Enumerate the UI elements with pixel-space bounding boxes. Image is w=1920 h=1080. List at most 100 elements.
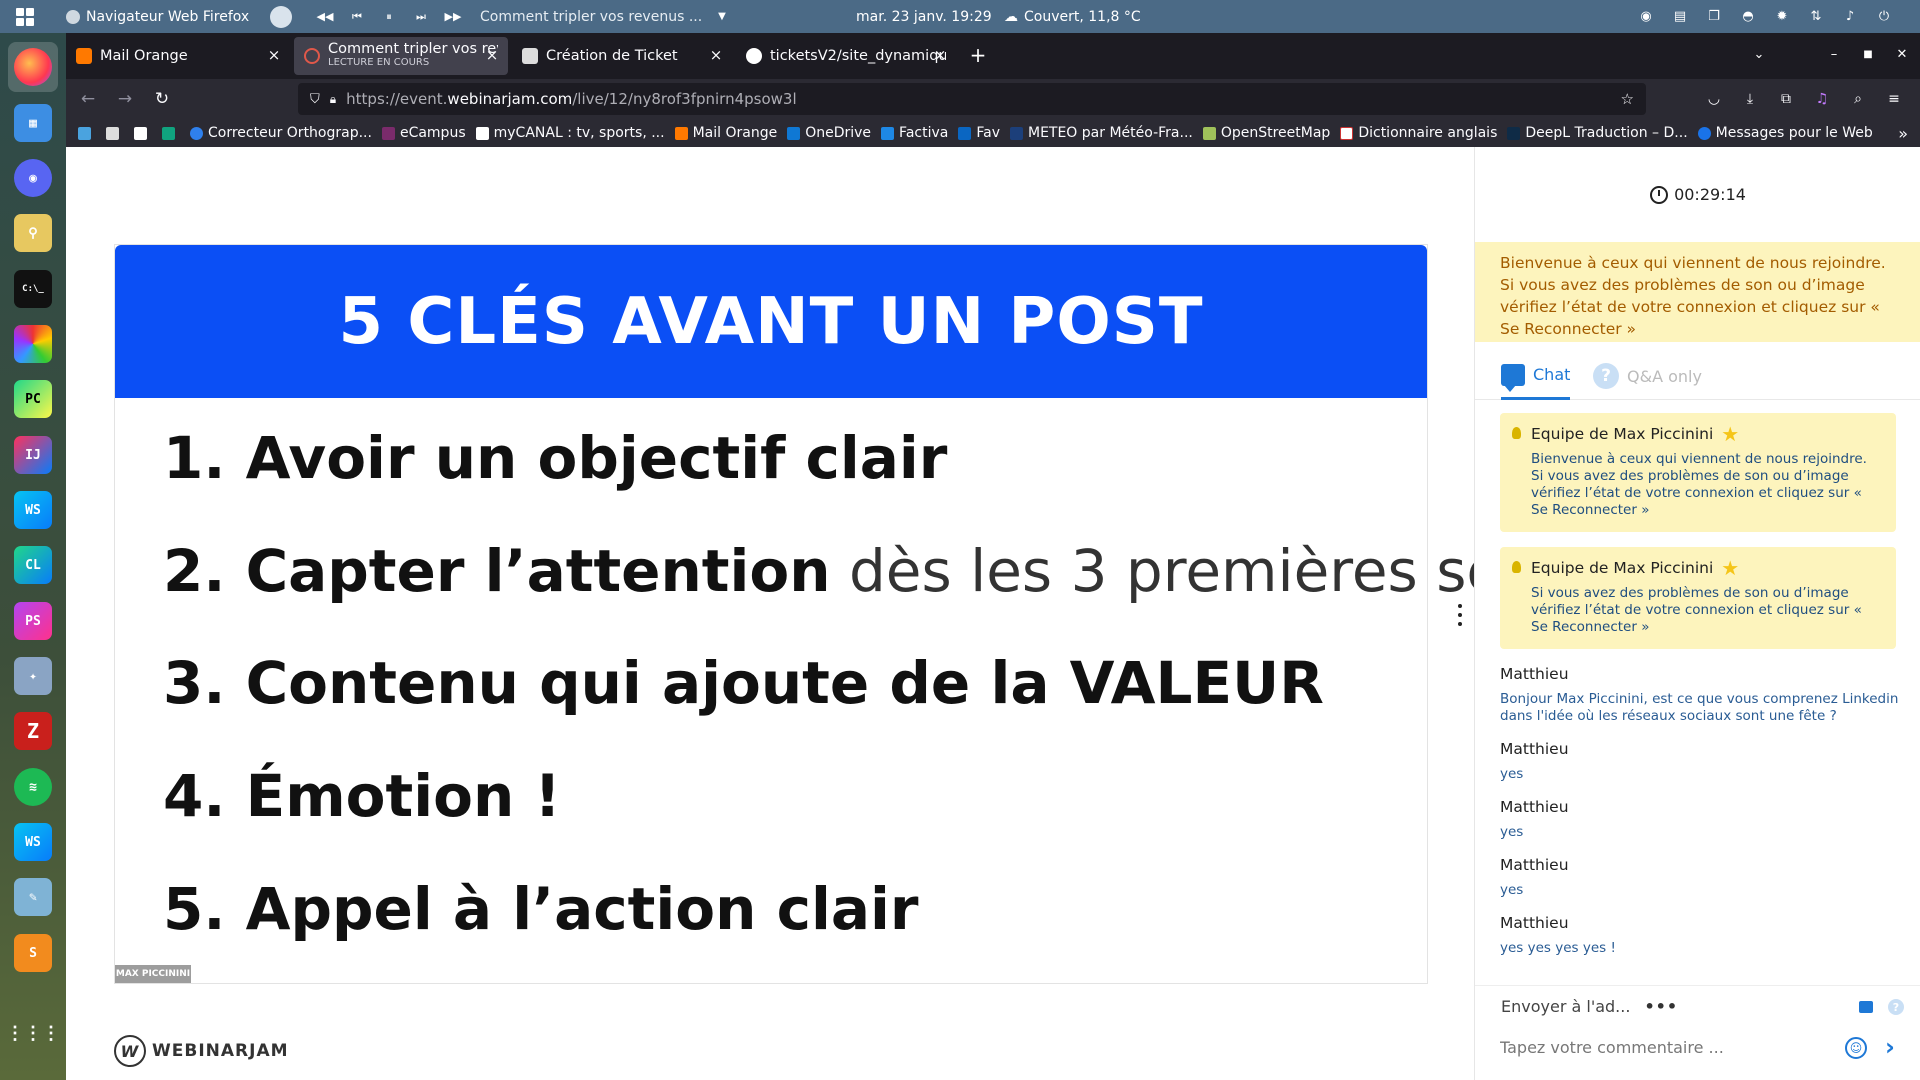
discord-dock-icon[interactable]: ◉ (14, 159, 52, 197)
more-bookmarks-chevron-icon[interactable]: » (1898, 124, 1908, 143)
chat-mode-icon[interactable] (1857, 998, 1875, 1016)
bookmark-deepl[interactable]: DeepL Traduction – D... (1507, 125, 1688, 141)
terminal-dock-icon[interactable]: C:\_ (14, 270, 52, 308)
vpn-tray-icon[interactable]: ◓ (1738, 8, 1758, 26)
minimize-icon[interactable]: – (1824, 45, 1844, 65)
reload-icon[interactable]: ↻ (150, 87, 174, 111)
text-editor-dock-icon[interactable]: ✎ (14, 878, 52, 916)
bookmark-icon-only[interactable] (134, 126, 152, 140)
tab-mail-orange[interactable]: Mail Orange × (66, 37, 290, 75)
bookmark-mail-orange[interactable]: Mail Orange (674, 125, 778, 141)
bookmark-icon-only[interactable] (106, 126, 124, 140)
bookmark-meteo[interactable]: METEO par Météo-Fra... (1009, 125, 1193, 141)
pause-icon[interactable]: ⏸ (376, 10, 402, 24)
back-arrow-icon[interactable]: ← (76, 87, 100, 111)
search-extension-icon[interactable]: ⌕ (1846, 87, 1870, 111)
bookmark-favicon (881, 126, 895, 140)
software-center-dock-icon[interactable]: ✦ (14, 657, 52, 695)
network-tray-icon[interactable]: ⇅ (1806, 8, 1826, 26)
next-track-icon[interactable]: ⏭ (408, 10, 434, 24)
active-app-indicator[interactable]: Navigateur Web Firefox (66, 0, 249, 33)
pocket-icon[interactable]: ◡ (1702, 87, 1726, 111)
bookmark-dictionnaire[interactable]: Dictionnaire anglais (1340, 125, 1497, 141)
bookmark-label: Messages pour le Web (1715, 125, 1873, 141)
more-options-icon[interactable] (1455, 604, 1465, 626)
brightness-tray-icon[interactable]: ✹ (1772, 8, 1792, 26)
tab-qa-only[interactable]: ? Q&A only (1593, 352, 1702, 400)
qa-mode-icon[interactable]: ? (1887, 998, 1905, 1016)
new-tab-button[interactable]: + (968, 45, 988, 65)
files-dock-icon[interactable]: ▦ (14, 104, 52, 142)
clipboard-tray-icon[interactable]: ❐ (1704, 8, 1724, 26)
apps-grid-icon (16, 7, 34, 26)
fast-forward-icon[interactable]: ▶▶ (440, 10, 466, 23)
shield-icon[interactable]: ⛉ (310, 92, 320, 107)
address-bar[interactable]: ⛉ 🔒︎ https://event. webinarjam.com/live/1… (298, 83, 1646, 115)
previous-track-icon[interactable]: ⏮ (344, 10, 370, 24)
filezilla-dock-icon[interactable]: Z (14, 712, 52, 750)
rewind-icon[interactable]: ◀◀ (312, 10, 338, 23)
bookmark-factiva[interactable]: Factiva (881, 125, 948, 141)
list-tabs-icon[interactable]: ⌄ (1749, 45, 1769, 65)
recipient-selector[interactable]: Envoyer à l'ad... ••• ? (1475, 985, 1920, 1027)
pycharm-dock-icon[interactable]: PC (14, 380, 52, 418)
notes-tray-icon[interactable]: ▤ (1670, 8, 1690, 26)
clion-dock-icon[interactable]: CL (14, 546, 52, 584)
tab-playing-label: LECTURE EN COURS (328, 57, 430, 68)
tab-webinar[interactable]: Comment tripler vos revenus LECTURE EN C… (294, 37, 508, 75)
bookmark-mycanal[interactable]: myCANAL : tv, sports, ... (475, 125, 665, 141)
bookmark-icon-only[interactable] (78, 126, 96, 140)
extensions-icon[interactable]: ⧉ (1774, 87, 1798, 111)
spotify-dock-icon[interactable]: ≋ (14, 768, 52, 806)
bookmark-icon-only[interactable] (162, 126, 180, 140)
tab-github[interactable]: ticketsV2/site_dynamique × (736, 37, 956, 75)
close-tab-icon[interactable]: × (708, 47, 724, 63)
forward-arrow-icon[interactable]: → (113, 87, 137, 111)
bookmark-ecampus[interactable]: eCampus (381, 125, 466, 141)
tab-ticket[interactable]: Création de Ticket × (512, 37, 732, 75)
bookmark-label: eCampus (399, 125, 466, 141)
close-tab-icon[interactable]: × (266, 47, 282, 63)
datetime: mar. 23 janv. 19:29 (856, 8, 992, 25)
discord-tray-icon[interactable]: ◉ (1636, 8, 1656, 26)
bookmark-label: Mail Orange (692, 125, 778, 141)
downloads-icon[interactable]: ⤓ (1738, 87, 1762, 111)
bookmark-fav[interactable]: Fav (958, 125, 1000, 141)
menu-icon[interactable]: ≡ (1882, 87, 1906, 111)
close-window-icon[interactable]: ✕ (1892, 45, 1912, 65)
phpstorm-dock-icon[interactable]: PS (14, 602, 52, 640)
close-tab-icon[interactable]: × (932, 47, 948, 63)
maximize-icon[interactable]: ■ (1858, 45, 1878, 65)
emoji-icon[interactable]: ☺ (1845, 1037, 1867, 1059)
power-tray-icon[interactable]: ⏻ (1874, 8, 1894, 26)
pinned-message: Equipe de Max Piccinini ★ Bienvenue à ceu… (1500, 413, 1896, 532)
search-dock-icon[interactable]: ⚲ (14, 214, 52, 252)
color-app-dock-icon[interactable] (14, 325, 52, 363)
audio-tray-icon[interactable]: ♪ (1840, 8, 1860, 26)
comment-input[interactable] (1500, 1033, 1840, 1061)
clock[interactable]: mar. 23 janv. 19:29 (856, 0, 992, 33)
sublime-dock-icon[interactable]: S (14, 934, 52, 972)
bookmark-star-icon[interactable]: ☆ (1621, 90, 1634, 108)
bookmark-correcteur[interactable]: Correcteur Orthograp... (190, 125, 372, 141)
media-title[interactable]: Comment tripler vos revenus ... (480, 9, 702, 25)
webstorm-dock-icon[interactable]: WS (14, 491, 52, 529)
bookmark-label: Correcteur Orthograp... (208, 125, 372, 141)
lock-icon[interactable]: 🔒︎ (330, 92, 336, 107)
webstorm-alt-dock-icon[interactable]: WS (14, 823, 52, 861)
tab-chat[interactable]: Chat (1501, 352, 1571, 400)
activities-button[interactable] (16, 0, 34, 33)
bookmark-onedrive[interactable]: OneDrive (787, 125, 871, 141)
music-extension-icon[interactable]: ♫ (1810, 87, 1834, 111)
intellij-dock-icon[interactable]: IJ (14, 436, 52, 474)
media-app-icon[interactable] (270, 5, 292, 28)
show-apps-dock-icon[interactable]: ⋮⋮⋮ (6, 1014, 60, 1052)
firefox-dock-icon[interactable] (14, 48, 52, 86)
bookmark-openstreetmap[interactable]: OpenStreetMap (1202, 125, 1330, 141)
weather-widget[interactable]: ☁ Couvert, 11,8 °C (1004, 0, 1141, 33)
bookmark-messages[interactable]: Messages pour le Web (1697, 125, 1873, 141)
close-tab-icon[interactable]: × (484, 47, 500, 63)
send-arrow-icon[interactable]: › (1879, 1033, 1901, 1061)
recipient-more-icon[interactable]: ••• (1644, 997, 1678, 1016)
media-dropdown-icon[interactable]: ▼ (718, 11, 726, 22)
